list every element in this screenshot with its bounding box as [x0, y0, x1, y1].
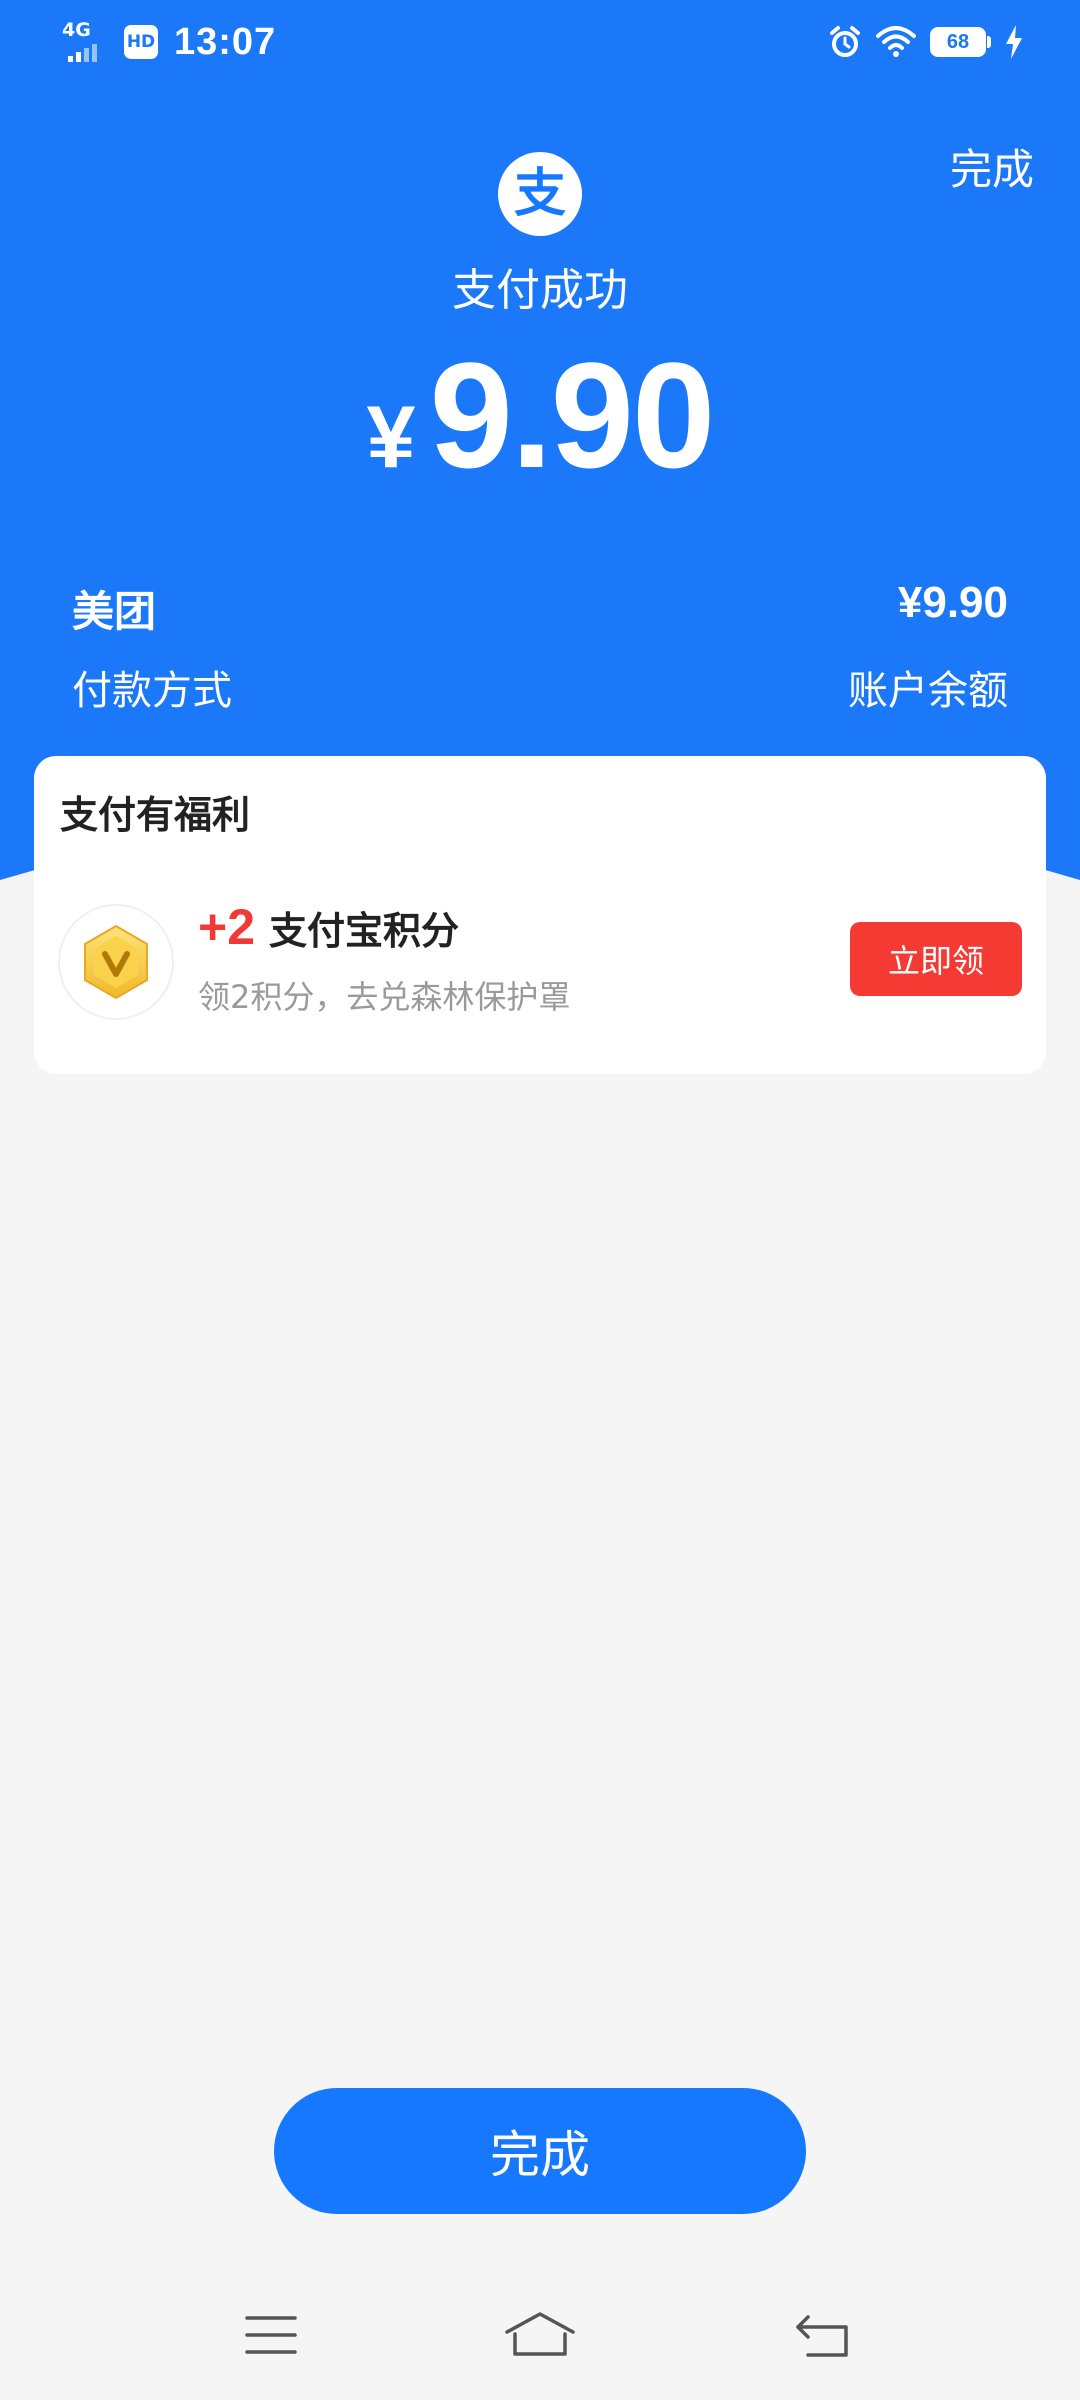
payment-success-title: 支付成功 [452, 265, 628, 316]
alarm-icon [828, 25, 862, 59]
payment-method-row: 付款方式 账户余额 [72, 658, 1008, 716]
status-bar: 4G HD 13:07 68 [0, 0, 1080, 84]
hd-icon: HD [124, 25, 158, 59]
benefit-title: 支付有福利 [60, 793, 251, 837]
points-label: 支付宝积分 [269, 909, 460, 953]
payment-method-label: 付款方式 [72, 668, 232, 714]
merchant-amount: ¥9.90 [897, 578, 1008, 627]
status-time: 13:07 [174, 20, 277, 63]
battery-icon: 68 [930, 27, 991, 57]
logo-char: 支 [513, 164, 566, 224]
points-description: 领2积分，去兑森林保护罩 [198, 978, 571, 1016]
claim-points-button[interactable]: 立即领 [850, 922, 1022, 996]
benefit-card: 支付有福利 +2 支付宝积分 领2积分，去兑森林保护罩 立即领 [34, 756, 1046, 1074]
battery-level: 68 [946, 30, 970, 53]
bottom-done-button[interactable]: 完成 [274, 2088, 806, 2214]
merchant-name: 美团 [72, 587, 157, 636]
back-icon[interactable] [783, 2300, 863, 2370]
points-number: +2 [198, 899, 256, 955]
currency-symbol: ¥ [366, 387, 416, 486]
home-icon[interactable] [500, 2300, 580, 2370]
wifi-icon [876, 26, 916, 58]
points-line: +2 支付宝积分 [198, 898, 459, 956]
payment-method-value: 账户余额 [848, 668, 1008, 714]
header-done-button[interactable]: 完成 [950, 136, 1034, 197]
charging-icon [1004, 25, 1024, 59]
payment-amount: ¥9.90 [0, 330, 1080, 500]
coin-v-icon [58, 904, 174, 1020]
menu-icon[interactable] [231, 2300, 311, 2370]
signal-icon: 4G [60, 20, 112, 64]
merchant-row: 美团 ¥9.90 [72, 578, 1008, 639]
amount-value: 9.90 [429, 331, 716, 499]
alipay-logo-icon: 支 [498, 152, 582, 236]
